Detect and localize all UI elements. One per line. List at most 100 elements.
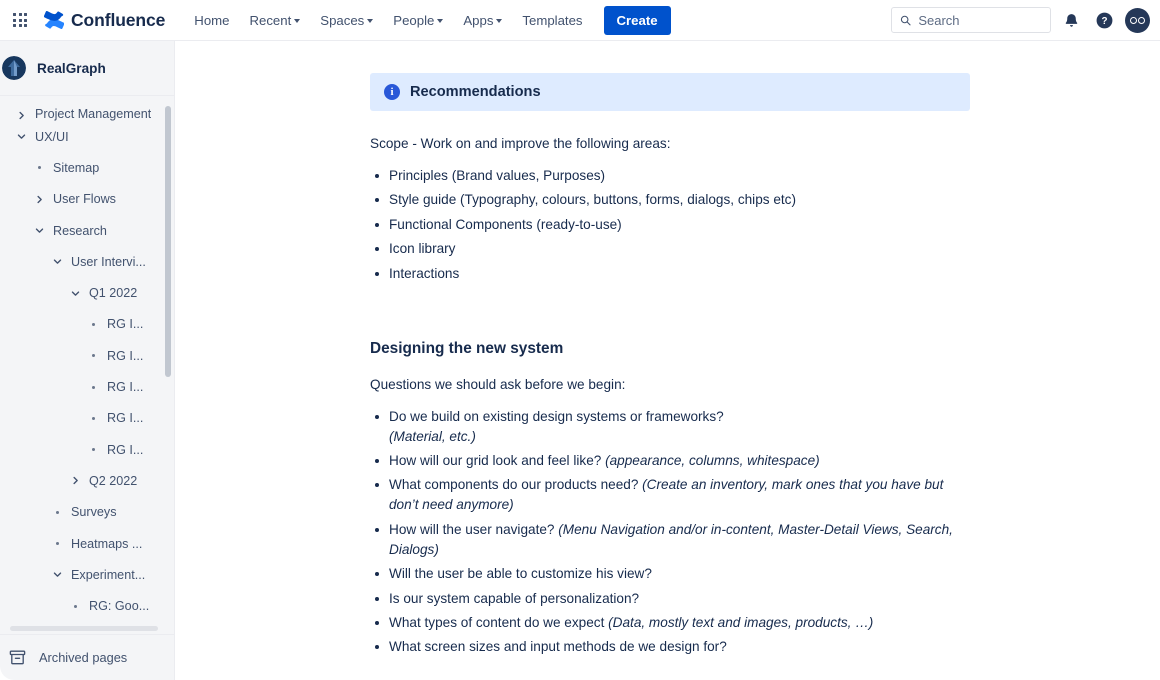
nav-item-people[interactable]: People xyxy=(384,5,452,35)
page-tree-item-label: RG I... xyxy=(107,348,144,363)
page-tree-item-label: RG I... xyxy=(107,411,144,426)
chevron-down-icon[interactable] xyxy=(48,569,66,580)
page-tree-item[interactable]: Surveys xyxy=(0,497,174,528)
chevron-right-icon[interactable] xyxy=(12,110,30,121)
nav-item-spaces[interactable]: Spaces xyxy=(311,5,382,35)
question-list-item: Is our system capable of personalization… xyxy=(370,589,970,609)
scope-list-item: Style guide (Typography, colours, button… xyxy=(370,190,970,210)
notifications-button[interactable] xyxy=(1058,7,1084,33)
info-panel-title: Recommendations xyxy=(410,84,541,100)
chevron-down-icon[interactable] xyxy=(30,225,48,236)
question-text: What components do our products need? xyxy=(389,477,643,493)
page-tree-item-label: Heatmaps ... xyxy=(71,536,143,551)
scope-list-item-text: Style guide (Typography, colours, button… xyxy=(389,192,797,208)
create-button[interactable]: Create xyxy=(603,5,671,35)
question-list-item: What screen sizes and input methods de w… xyxy=(370,637,970,657)
nav-item-templates[interactable]: Templates xyxy=(513,5,591,35)
bullet-dot-icon xyxy=(84,385,102,389)
page-tree-item-label: RG I... xyxy=(107,442,144,457)
page-tree-item[interactable]: UX/UI xyxy=(0,121,174,152)
page-tree-item[interactable]: User Intervi... xyxy=(0,246,174,277)
info-icon: i xyxy=(384,84,400,100)
page-tree-item[interactable]: RG: Goo... xyxy=(0,590,174,621)
search-icon xyxy=(900,15,911,25)
confluence-app-window: Confluence Home Recent Spaces People App… xyxy=(0,0,1160,680)
confluence-home-link[interactable]: Confluence xyxy=(40,10,169,31)
nav-item-apps[interactable]: Apps xyxy=(454,5,511,35)
chevron-right-icon[interactable] xyxy=(30,194,48,205)
question-list-item: How will the user navigate? (Menu Naviga… xyxy=(370,520,970,560)
question-text: What types of content do we expect xyxy=(389,614,609,630)
page-tree-item[interactable]: RG I... xyxy=(0,434,174,465)
space-header[interactable]: RealGraph xyxy=(0,41,174,95)
bullet-dot-icon xyxy=(84,416,102,420)
question-list-item: Do we build on existing design systems o… xyxy=(370,407,970,447)
page-tree-item-label: Experiment... xyxy=(71,567,146,582)
questions-list: Do we build on existing design systems o… xyxy=(370,407,970,658)
question-note: (Data, mostly text and images, products,… xyxy=(608,614,874,630)
chevron-down-icon[interactable] xyxy=(48,256,66,267)
page-tree-item-label: RG I... xyxy=(107,317,144,332)
chevron-down-icon xyxy=(437,19,444,23)
question-note: (appearance, columns, whitespace) xyxy=(605,452,820,468)
scope-list-item-text: Functional Components (ready-to-use) xyxy=(389,216,622,232)
archive-box-icon xyxy=(9,650,26,665)
page-tree-item[interactable]: Experiment... xyxy=(0,559,174,590)
chevron-down-icon xyxy=(294,19,301,23)
scope-list-item-text: Principles (Brand values, Purposes) xyxy=(389,168,606,183)
primary-nav: Home Recent Spaces People Apps Templates xyxy=(185,5,591,35)
bullet-dot-icon xyxy=(84,354,102,358)
page-tree-item-label: RG: Goo... xyxy=(89,599,150,614)
nav-item-label: People xyxy=(393,12,435,28)
search-input[interactable] xyxy=(918,12,1042,28)
nav-item-recent[interactable]: Recent xyxy=(240,5,309,35)
chevron-down-icon[interactable] xyxy=(12,131,30,142)
scope-list-item: Icon library xyxy=(370,239,970,259)
app-switcher-button[interactable] xyxy=(6,6,34,34)
user-avatar[interactable] xyxy=(1125,7,1150,33)
question-text: Do we build on existing design systems o… xyxy=(389,408,724,424)
page-tree-item[interactable]: Heatmaps ... xyxy=(0,528,174,559)
page-tree-item-label: Research xyxy=(53,223,107,238)
page-tree-item[interactable]: Project Management xyxy=(0,97,174,121)
page-tree-item-label: Q2 2022 xyxy=(89,473,138,488)
question-note: (Material, etc.) xyxy=(389,428,476,444)
page-tree-item[interactable]: User Flows xyxy=(0,184,174,215)
bullet-dot-icon xyxy=(66,604,84,608)
scope-list-item: Functional Components (ready-to-use) xyxy=(370,215,970,235)
page-document: i Recommendations Scope - Work on and im… xyxy=(370,73,970,657)
help-button[interactable]: ? xyxy=(1091,7,1117,33)
chevron-right-icon[interactable] xyxy=(66,475,84,486)
question-circle-icon: ? xyxy=(1096,12,1112,28)
question-text: How will our grid look and feel like? xyxy=(389,452,606,468)
page-tree-item[interactable]: RG I... xyxy=(0,403,174,434)
page-tree-item[interactable]: RG I... xyxy=(0,340,174,371)
search-box[interactable] xyxy=(891,7,1051,33)
page-tree-item[interactable]: Research xyxy=(0,215,174,246)
question-text: Will the user be able to customize his v… xyxy=(389,566,652,582)
page-tree-item-label: Sitemap xyxy=(53,160,100,175)
sidebar-vertical-scrollbar[interactable] xyxy=(165,106,171,377)
archived-pages-link[interactable]: Archived pages xyxy=(0,634,174,680)
page-tree-item-label: User Intervi... xyxy=(71,254,146,269)
realgraph-space-logo xyxy=(2,56,26,80)
sidebar-horizontal-scrollbar[interactable] xyxy=(10,626,158,631)
space-sidebar: RealGraph Project Management UX/UI Sitemap… xyxy=(0,41,175,680)
nav-item-label: Home xyxy=(194,12,230,28)
question-list-item: What types of content do we expect (Data… xyxy=(370,613,970,633)
nav-item-home[interactable]: Home xyxy=(185,5,238,35)
bullet-dot-icon xyxy=(48,510,66,514)
page-tree-item[interactable]: RG I... xyxy=(0,309,174,340)
page-tree-item[interactable]: RG I... xyxy=(0,371,174,402)
chevron-down-icon[interactable] xyxy=(66,288,84,299)
page-tree-item[interactable]: Q1 2022 xyxy=(0,277,174,308)
chevron-down-icon xyxy=(496,19,503,23)
page-content-area: i Recommendations Scope - Work on and im… xyxy=(176,41,1160,680)
page-tree-item[interactable]: Q2 2022 xyxy=(0,465,174,496)
question-list-item: Will the user be able to customize his v… xyxy=(370,564,970,584)
page-tree-item-label: Project Management xyxy=(35,107,152,121)
page-tree-item[interactable]: Sitemap xyxy=(0,152,174,183)
scope-list: Principles (Brand values, Purposes) Style… xyxy=(370,166,970,284)
section-heading: Designing the new system xyxy=(370,339,564,357)
page-tree-item-label: Surveys xyxy=(71,505,117,520)
